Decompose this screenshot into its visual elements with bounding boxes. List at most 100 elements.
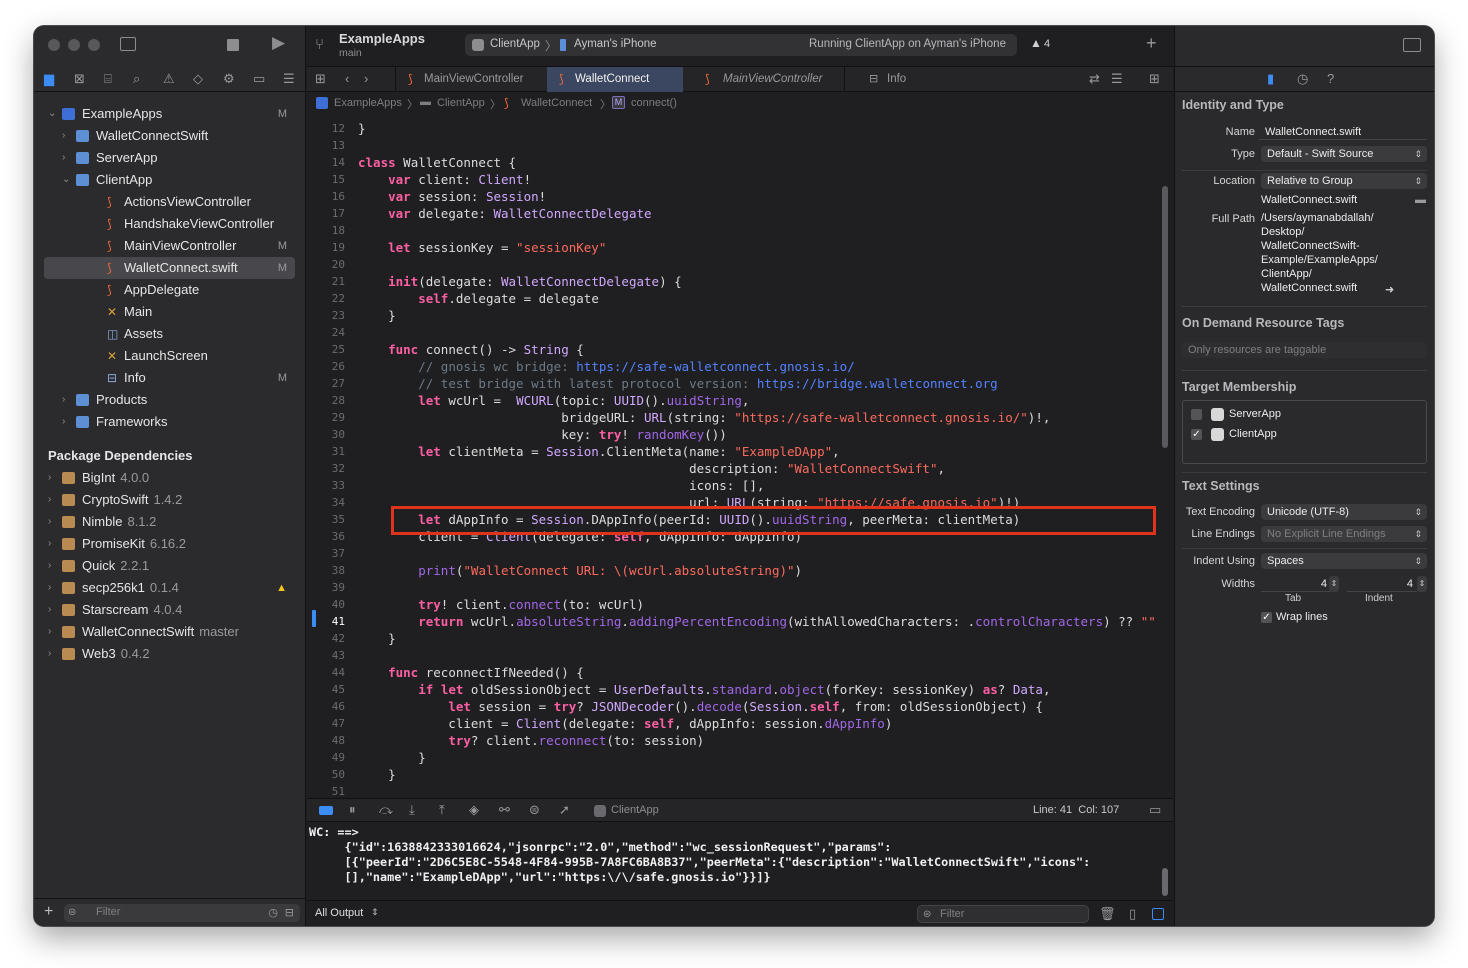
target-row-clientapp[interactable]: ✓ ClientApp bbox=[1191, 427, 1421, 443]
nav-item-info[interactable]: ⊟ Info M bbox=[44, 367, 295, 389]
step-into-icon[interactable]: ⤓ bbox=[409, 802, 415, 818]
code-line[interactable]: 28 let wcUrl = WCURL(topic: UUID().uuidS… bbox=[307, 392, 1157, 409]
warning-count[interactable]: 4 bbox=[1044, 38, 1050, 50]
code-line[interactable]: 18 bbox=[307, 222, 1157, 239]
inspector-toggle-icon[interactable] bbox=[1403, 38, 1421, 52]
add-icon[interactable]: + bbox=[44, 904, 53, 920]
find-navigator-icon[interactable]: ⌕ bbox=[133, 71, 140, 87]
indent-width-field[interactable]: 4 bbox=[1347, 576, 1417, 592]
scm-filter-icon[interactable]: ⊟ bbox=[285, 905, 294, 921]
code-line[interactable]: 44 func reconnectIfNeeded() { bbox=[307, 664, 1157, 681]
run-icon[interactable]: ▶ bbox=[272, 34, 285, 51]
code-line[interactable]: 29 bridgeURL: URL(string: "https://safe-… bbox=[307, 409, 1157, 426]
target-checkbox-checked[interactable]: ✓ bbox=[1191, 429, 1202, 440]
disclosure-chevron-icon[interactable]: › bbox=[48, 599, 51, 621]
package-cryptoswift[interactable]: › CryptoSwift 1.4.2 bbox=[44, 489, 295, 511]
code-line[interactable]: 17 var delegate: WalletConnectDelegate bbox=[307, 205, 1157, 222]
recent-files-icon[interactable]: ◷ bbox=[268, 905, 278, 921]
warning-icon[interactable]: ▲ bbox=[1030, 36, 1042, 50]
code-line[interactable]: 37 bbox=[307, 545, 1157, 562]
tab-walletconnect[interactable]: ⟆ WalletConnect bbox=[547, 67, 683, 92]
type-popup[interactable]: Default - Swift Source ⇕ bbox=[1261, 146, 1427, 162]
debug-target-label[interactable]: ClientApp bbox=[611, 804, 659, 816]
nav-item-actionsviewcontroller[interactable]: ⟆ ActionsViewController bbox=[44, 191, 295, 213]
breakpoint-navigator-icon[interactable]: ▭ bbox=[253, 71, 265, 87]
code-line[interactable]: 16 var session: Session! bbox=[307, 188, 1157, 205]
encoding-popup[interactable]: Unicode (UTF-8) ⇕ bbox=[1261, 504, 1427, 520]
disclosure-chevron-icon[interactable]: › bbox=[48, 467, 51, 489]
code-line[interactable]: 13 bbox=[307, 137, 1157, 154]
disclosure-chevron-icon[interactable]: › bbox=[62, 411, 65, 433]
scheme-selector[interactable]: ClientApp bbox=[490, 38, 540, 50]
console-toggle-icon[interactable]: ▭ bbox=[1149, 802, 1161, 818]
package-secp256k1[interactable]: › secp256k1 0.1.4 ▲ bbox=[44, 577, 295, 599]
code-line[interactable]: 41 return wcUrl.absoluteString.addingPer… bbox=[307, 613, 1157, 630]
indent-using-popup[interactable]: Spaces ⇕ bbox=[1261, 553, 1427, 569]
package-web3[interactable]: › Web3 0.4.2 bbox=[44, 643, 295, 665]
back-arrow-icon[interactable]: ‹ bbox=[345, 71, 349, 87]
code-line[interactable]: 22 self.delegate = delegate bbox=[307, 290, 1157, 307]
location-popup[interactable]: Relative to Group ⇕ bbox=[1261, 173, 1427, 189]
code-review-icon[interactable]: ⇄ bbox=[1089, 71, 1100, 87]
issue-navigator-icon[interactable]: ⚠ bbox=[163, 71, 175, 87]
code-line[interactable]: 15 var client: Client! bbox=[307, 171, 1157, 188]
nav-item-main[interactable]: ✕ Main bbox=[44, 301, 295, 323]
editor-options-icon[interactable]: ☰ bbox=[1111, 71, 1123, 87]
package-nimble[interactable]: › Nimble 8.1.2 bbox=[44, 511, 295, 533]
source-control-navigator-icon[interactable]: ⊠ bbox=[74, 71, 85, 87]
minimize-window-button[interactable] bbox=[68, 39, 80, 51]
breadcrumb-file[interactable]: WalletConnect bbox=[521, 97, 592, 109]
location-icon[interactable]: ➚ bbox=[559, 802, 570, 818]
report-navigator-icon[interactable]: ☰ bbox=[283, 71, 295, 87]
disclosure-chevron-icon[interactable]: › bbox=[48, 555, 51, 577]
device-selector[interactable]: Ayman's iPhone bbox=[574, 38, 657, 50]
code-line[interactable]: 24 bbox=[307, 324, 1157, 341]
split-editor-icon[interactable]: ⊞ bbox=[1149, 71, 1160, 87]
code-line[interactable]: 40 try! client.connect(to: wcUrl) bbox=[307, 596, 1157, 613]
file-inspector-icon[interactable]: ▮ bbox=[1267, 71, 1274, 87]
code-line[interactable]: 14 class WalletConnect { bbox=[307, 154, 1157, 171]
code-line[interactable]: 45 if let oldSessionObject = UserDefault… bbox=[307, 681, 1157, 698]
step-out-icon[interactable]: ⤒ bbox=[439, 802, 445, 818]
code-line[interactable]: 48 try? client.reconnect(to: session) bbox=[307, 732, 1157, 749]
nav-item-products[interactable]: › Products bbox=[44, 389, 295, 411]
code-line[interactable]: 43 bbox=[307, 647, 1157, 664]
add-tab-icon[interactable]: + bbox=[1146, 34, 1157, 52]
wrap-lines-label[interactable]: Wrap lines bbox=[1276, 611, 1328, 623]
package-bigint[interactable]: › BigInt 4.0.0 bbox=[44, 467, 295, 489]
target-checkbox[interactable] bbox=[1191, 409, 1202, 420]
memory-graph-icon[interactable]: ⚯ bbox=[499, 802, 510, 818]
disclosure-chevron-icon[interactable]: › bbox=[62, 125, 65, 147]
name-field[interactable]: WalletConnect.swift bbox=[1259, 124, 1427, 140]
reveal-in-finder-icon[interactable]: ➜ bbox=[1385, 282, 1394, 298]
code-line[interactable]: 33 icons: [], bbox=[307, 477, 1157, 494]
close-window-button[interactable] bbox=[48, 39, 60, 51]
package-starscream[interactable]: › Starscream 4.0.4 bbox=[44, 599, 295, 621]
navigator-filter-field[interactable]: ⊜ Filter ◷ ⊟ bbox=[64, 904, 300, 922]
breadcrumb-project[interactable]: ExampleApps bbox=[334, 97, 402, 109]
step-over-icon[interactable]: ⤼ bbox=[379, 802, 393, 818]
tab-width-field[interactable]: 4 bbox=[1261, 576, 1331, 592]
nav-item-launchscreen[interactable]: ✕ LaunchScreen bbox=[44, 345, 295, 367]
nav-item-appdelegate[interactable]: ⟆ AppDelegate bbox=[44, 279, 295, 301]
code-line[interactable]: 31 let clientMeta = Session.ClientMeta(n… bbox=[307, 443, 1157, 460]
sidebar-toggle-icon[interactable] bbox=[120, 37, 136, 51]
stop-icon[interactable] bbox=[227, 39, 239, 51]
breadcrumb-symbol[interactable]: connect() bbox=[631, 97, 677, 109]
target-row-serverapp[interactable]: ServerApp bbox=[1191, 407, 1421, 423]
nav-item-handshakeviewcontroller[interactable]: ⟆ HandshakeViewController bbox=[44, 213, 295, 235]
disclosure-chevron-icon[interactable]: › bbox=[48, 533, 51, 555]
trash-icon[interactable]: 🗑︎ bbox=[1099, 906, 1116, 922]
environment-icon[interactable]: ⊜ bbox=[529, 802, 540, 818]
nav-item-serverapp[interactable]: › ServerApp bbox=[44, 147, 295, 169]
code-line[interactable]: 50 } bbox=[307, 766, 1157, 783]
nav-item-frameworks[interactable]: › Frameworks bbox=[44, 411, 295, 433]
nav-item-exampleapps[interactable]: ⌄ ExampleApps M bbox=[44, 103, 295, 125]
help-inspector-icon[interactable]: ? bbox=[1327, 71, 1334, 87]
disclosure-chevron-icon[interactable]: › bbox=[48, 577, 51, 599]
history-inspector-icon[interactable]: ◷ bbox=[1297, 71, 1308, 87]
disclosure-chevron-icon[interactable]: › bbox=[48, 643, 51, 665]
pause-icon[interactable]: ⏸ bbox=[349, 802, 356, 818]
related-items-icon[interactable]: ⊞ bbox=[315, 71, 326, 87]
output-selector-chevron-icon[interactable]: ⇕ bbox=[371, 907, 379, 918]
